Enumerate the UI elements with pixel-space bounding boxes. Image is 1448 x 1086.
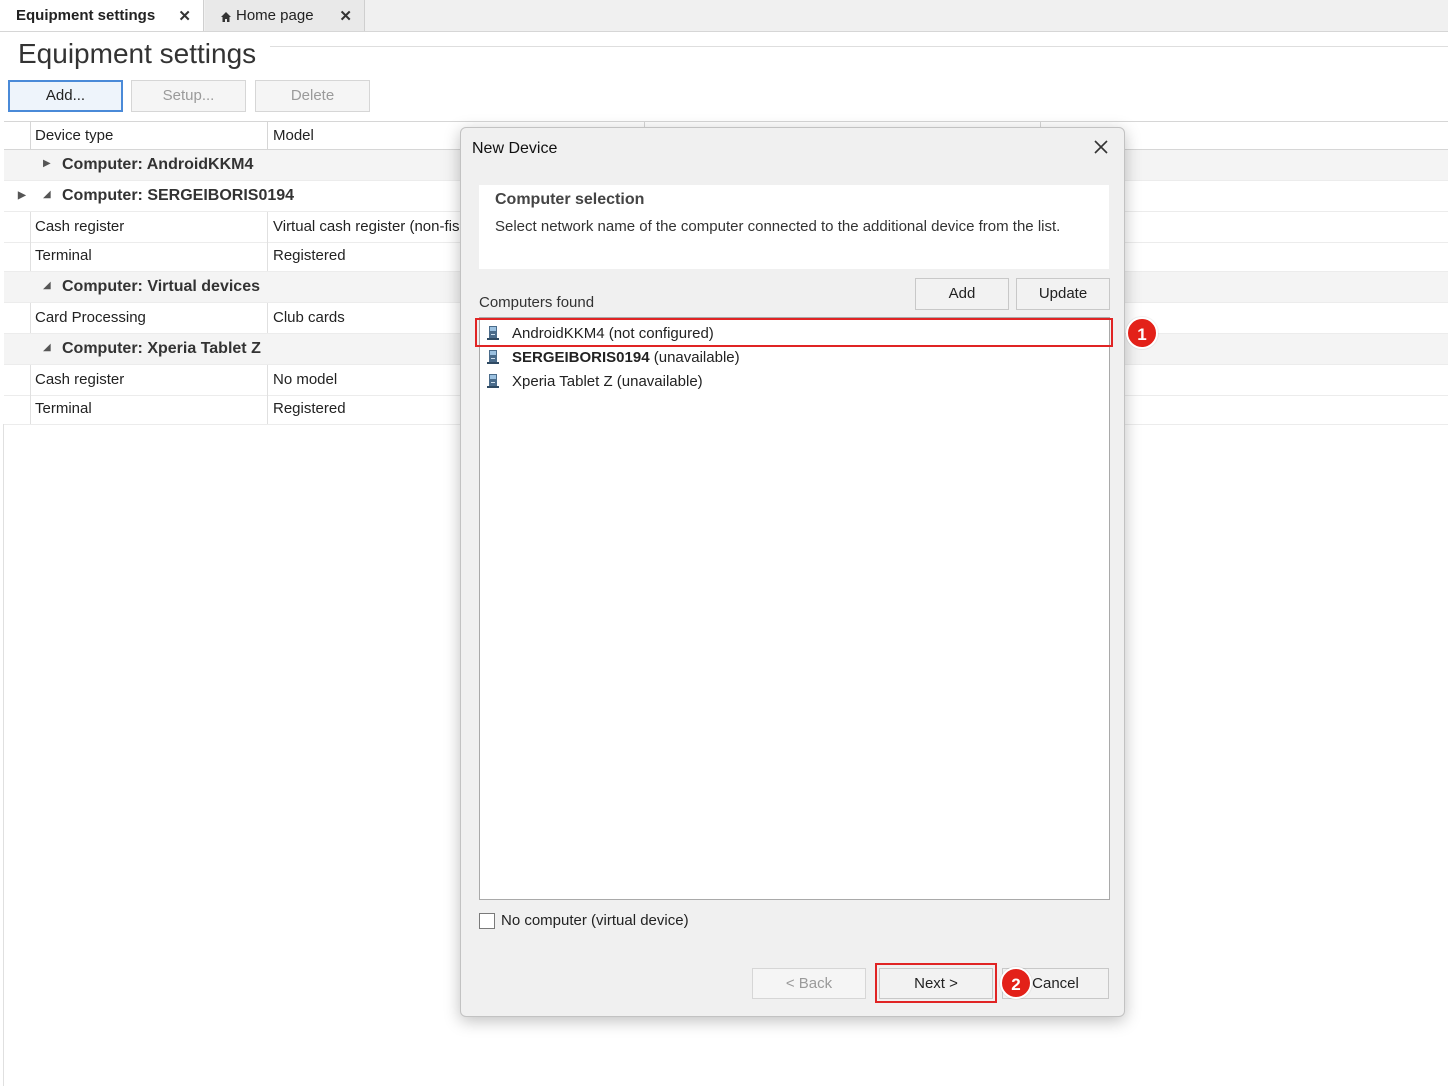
home-icon (221, 11, 231, 22)
no-computer-label: No computer (virtual device) (501, 912, 689, 929)
tab-equipment-settings[interactable]: Equipment settings ✕ (0, 0, 204, 31)
section-title: Computer selection (495, 191, 645, 208)
computers-found-label: Computers found (479, 294, 595, 311)
group-label: Computer: AndroidKKM4 (62, 156, 254, 173)
divider (270, 46, 1448, 47)
section-description: Select network name of the computer conn… (495, 218, 1061, 235)
new-device-dialog: New Device Computer selection Select net… (460, 127, 1125, 1017)
group-label: Computer: SERGEIBORIS0194 (62, 187, 295, 204)
model-cell: Registered (273, 247, 346, 264)
tab-bar: Equipment settings ✕ Home page ✕ (0, 0, 1448, 32)
computer-name: SERGEIBORIS0194 (512, 348, 650, 366)
cell-separator (30, 394, 31, 424)
add-button[interactable]: Add... (8, 80, 123, 112)
computer-icon (487, 374, 499, 388)
close-icon[interactable] (1088, 134, 1114, 160)
column-header-device-type[interactable]: Device type (35, 127, 113, 144)
info-panel: Computer selection Select network name o… (479, 185, 1109, 269)
group-label: Computer: Virtual devices (62, 278, 260, 295)
update-button[interactable]: Update (1016, 278, 1110, 310)
device-type-cell: Terminal (35, 400, 92, 417)
device-type-cell: Terminal (35, 247, 92, 264)
cell-separator (30, 241, 31, 271)
model-cell: No model (273, 371, 338, 388)
model-cell: Registered (273, 400, 346, 417)
collapse-icon[interactable]: ◢ (43, 342, 51, 353)
setup-button[interactable]: Setup... (131, 80, 246, 112)
tab-label: Equipment settings (16, 7, 156, 24)
computer-status: (unavailable) (649, 348, 740, 366)
dialog-title: New Device (472, 140, 558, 157)
cell-separator (267, 212, 268, 242)
cell-separator (267, 303, 268, 333)
cell-separator (267, 365, 268, 395)
cell-separator (30, 303, 31, 333)
computer-name: Xperia Tablet Z (unavailable) (512, 372, 703, 390)
cell-separator (30, 365, 31, 395)
model-cell: Virtual cash register (non-fisc (273, 218, 467, 235)
device-type-cell: Cash register (35, 371, 125, 388)
cell-separator (30, 212, 31, 242)
next-highlight-box (875, 963, 997, 1003)
device-type-cell: Cash register (35, 218, 125, 235)
no-computer-checkbox-row[interactable]: No computer (virtual device) (479, 912, 689, 929)
window-border (3, 424, 4, 1086)
computer-icon (487, 350, 499, 364)
device-type-cell: Card Processing (35, 309, 146, 326)
group-label: Computer: Xperia Tablet Z (62, 340, 261, 357)
cell-separator (267, 241, 268, 271)
tab-home-page[interactable]: Home page ✕ (205, 0, 365, 31)
back-button[interactable]: < Back (752, 968, 866, 999)
page-title: Equipment settings (18, 38, 257, 69)
selection-highlight-box (475, 318, 1113, 347)
step-badge-2: 2 (1000, 967, 1032, 999)
tab-label: Home page (236, 7, 314, 24)
close-icon[interactable]: ✕ (339, 7, 352, 25)
list-item-sergeiboris0194[interactable]: SERGEIBORIS0194 (unavailable) (486, 346, 740, 368)
model-cell: Club cards (273, 309, 345, 326)
cell-separator (267, 394, 268, 424)
list-item-xperia-tablet-z[interactable]: Xperia Tablet Z (unavailable) (486, 370, 703, 392)
current-row-marker-icon: ▶ (18, 190, 26, 201)
close-icon[interactable]: ✕ (178, 7, 191, 25)
add-computer-button[interactable]: Add (915, 278, 1009, 310)
column-header-model[interactable]: Model (273, 127, 314, 144)
column-separator (267, 122, 268, 149)
computers-list[interactable]: AndroidKKM4 (not configured) SERGEIBORIS… (479, 317, 1110, 900)
no-computer-checkbox[interactable] (479, 912, 495, 929)
step-badge-1: 1 (1126, 317, 1158, 349)
collapse-icon[interactable]: ◢ (43, 280, 51, 291)
delete-button[interactable]: Delete (255, 80, 370, 112)
expand-icon[interactable]: ▶ (43, 158, 51, 169)
collapse-icon[interactable]: ◢ (43, 189, 51, 200)
column-separator (30, 122, 31, 149)
